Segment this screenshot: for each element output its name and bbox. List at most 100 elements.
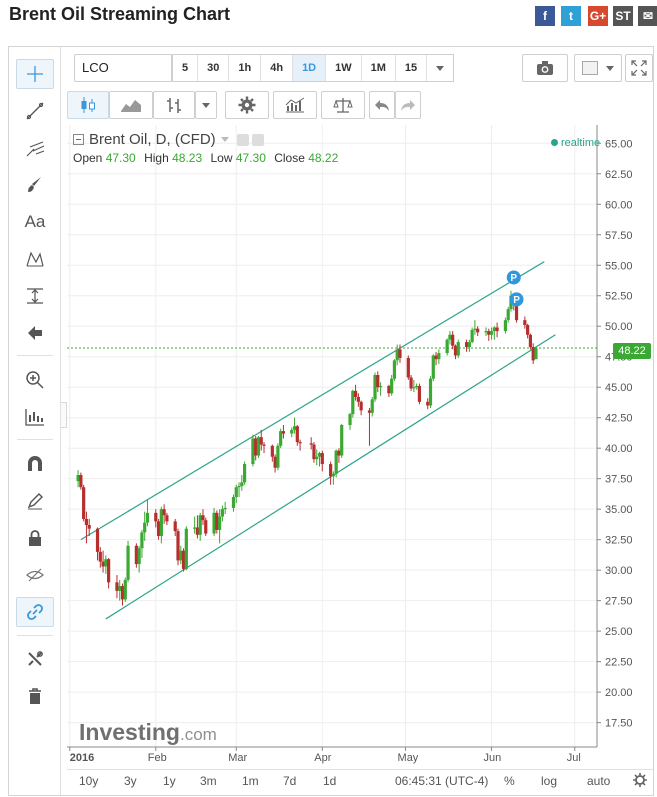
compare-button[interactable]	[321, 91, 365, 119]
chart-type-dropdown[interactable]	[195, 91, 217, 119]
candle-body	[526, 325, 530, 335]
zoom-in-tool-button[interactable]	[16, 365, 54, 395]
range-7d[interactable]: 7d	[283, 774, 296, 788]
stocktwits-icon[interactable]: ST	[613, 6, 633, 26]
area-style-button[interactable]	[109, 91, 153, 119]
hide-drawings-button[interactable]	[16, 560, 54, 590]
interval-1w[interactable]: 1W	[325, 55, 361, 81]
range-3m[interactable]: 3m	[200, 774, 217, 788]
brush-tool-button[interactable]	[16, 170, 54, 200]
candle-body	[79, 475, 83, 488]
background-color-button[interactable]	[574, 54, 622, 82]
candle-body	[445, 339, 449, 354]
range-3y[interactable]: 3y	[124, 774, 137, 788]
remove-drawings-button[interactable]	[16, 318, 54, 348]
chart-area[interactable]: 17.50 20.00 22.50 25.00 27.50 30.00 32.50 35.00…	[67, 125, 653, 769]
auto-scale-toggle[interactable]: auto	[587, 774, 610, 788]
indicators-button[interactable]	[273, 91, 317, 119]
link-icon	[27, 604, 43, 620]
candle-body	[156, 521, 161, 537]
gear-icon	[238, 96, 256, 114]
chart-settings-button[interactable]	[225, 91, 269, 119]
sync-drawings-button[interactable]	[16, 597, 54, 627]
bars-style-button[interactable]	[153, 91, 195, 119]
candle-body	[76, 475, 80, 482]
candle-body	[534, 347, 538, 360]
watermark-main: Investing	[79, 719, 180, 745]
event-marker-label: P	[510, 273, 517, 284]
candle-body	[218, 516, 222, 530]
trend-line-tool-button[interactable]	[16, 96, 54, 126]
high-value: 48.23	[172, 151, 203, 165]
magnet-mode-button[interactable]	[16, 449, 54, 479]
text-tool-button[interactable]: Aa	[16, 207, 54, 237]
price-tick-label: 45.00	[605, 382, 633, 394]
bars-pattern-icon	[25, 409, 44, 426]
interval-30[interactable]: 30	[197, 55, 228, 81]
price-tick-label: 40.00	[605, 443, 633, 455]
crosshair-tool-button[interactable]	[16, 59, 54, 89]
twitter-icon[interactable]: t	[561, 6, 581, 26]
candle-body	[506, 309, 510, 321]
interval-dropdown[interactable]	[426, 55, 453, 81]
snapshot-button[interactable]	[522, 54, 568, 82]
series-title: Brent Oil, D, (CFD)	[89, 131, 216, 148]
interval-15[interactable]: 15	[394, 55, 426, 81]
fullscreen-icon	[631, 60, 647, 76]
gear-icon[interactable]	[633, 773, 647, 787]
chart-legend: Brent Oil, D, (CFD) Open 47.30 High 48.2…	[73, 131, 338, 165]
candle-body	[415, 385, 419, 388]
undo-icon	[375, 100, 389, 111]
pattern-tool-button[interactable]	[16, 244, 54, 274]
candle-body	[184, 528, 188, 569]
percent-scale-toggle[interactable]: %	[504, 774, 515, 788]
trend-line-icon	[26, 102, 44, 120]
bars-pattern-tool-button[interactable]	[16, 402, 54, 432]
candle-body	[145, 512, 150, 523]
candle-body	[470, 329, 474, 343]
price-tick-label: 30.00	[605, 565, 633, 577]
undo-button[interactable]	[369, 91, 395, 119]
range-1m[interactable]: 1m	[242, 774, 259, 788]
chevron-down-icon	[202, 102, 210, 108]
candle-body	[176, 531, 180, 561]
collapse-legend-icon[interactable]	[73, 134, 84, 145]
candle-body	[181, 550, 186, 569]
symbol-input[interactable]: LCO	[74, 54, 172, 82]
color-swatch-icon	[582, 61, 598, 75]
candle-body	[337, 450, 341, 456]
lock-drawings-button[interactable]	[16, 523, 54, 553]
fullscreen-button[interactable]	[625, 54, 653, 82]
event-marker-label: P	[513, 295, 520, 306]
date-tick-label: Jun	[484, 752, 502, 764]
range-1d[interactable]: 1d	[323, 774, 336, 788]
chevron-down-icon[interactable]	[220, 137, 229, 142]
area-chart-icon	[121, 100, 141, 112]
candle-body	[159, 509, 163, 537]
email-icon[interactable]: ✉	[638, 6, 657, 26]
chart-toolbar	[67, 87, 652, 123]
interval-1m[interactable]: 1M	[360, 55, 395, 81]
google-plus-icon[interactable]: G+	[588, 6, 608, 26]
range-1y[interactable]: 1y	[163, 774, 176, 788]
stay-in-drawing-mode-button[interactable]	[16, 486, 54, 516]
interval-5[interactable]: 5	[172, 55, 197, 81]
legend-close-icon[interactable]	[251, 133, 264, 146]
legend-settings-icon[interactable]	[236, 133, 249, 146]
delete-drawings-button[interactable]	[16, 681, 54, 711]
scales-icon	[333, 98, 353, 113]
interval-1d[interactable]: 1D	[292, 55, 326, 81]
log-scale-toggle[interactable]: log	[541, 774, 557, 788]
redo-button[interactable]	[395, 91, 421, 119]
pitchfork-tool-button[interactable]	[16, 133, 54, 163]
candle-body	[476, 328, 480, 333]
candles-style-button[interactable]	[67, 91, 109, 119]
measure-tool-button[interactable]	[16, 281, 54, 311]
interval-4h[interactable]: 4h	[260, 55, 292, 81]
facebook-icon[interactable]: f	[535, 6, 555, 26]
drawing-settings-button[interactable]	[16, 644, 54, 674]
candle-body	[107, 559, 111, 583]
range-10y[interactable]: 10y	[79, 774, 98, 788]
interval-1h[interactable]: 1h	[228, 55, 260, 81]
zoom-in-icon	[26, 371, 44, 389]
